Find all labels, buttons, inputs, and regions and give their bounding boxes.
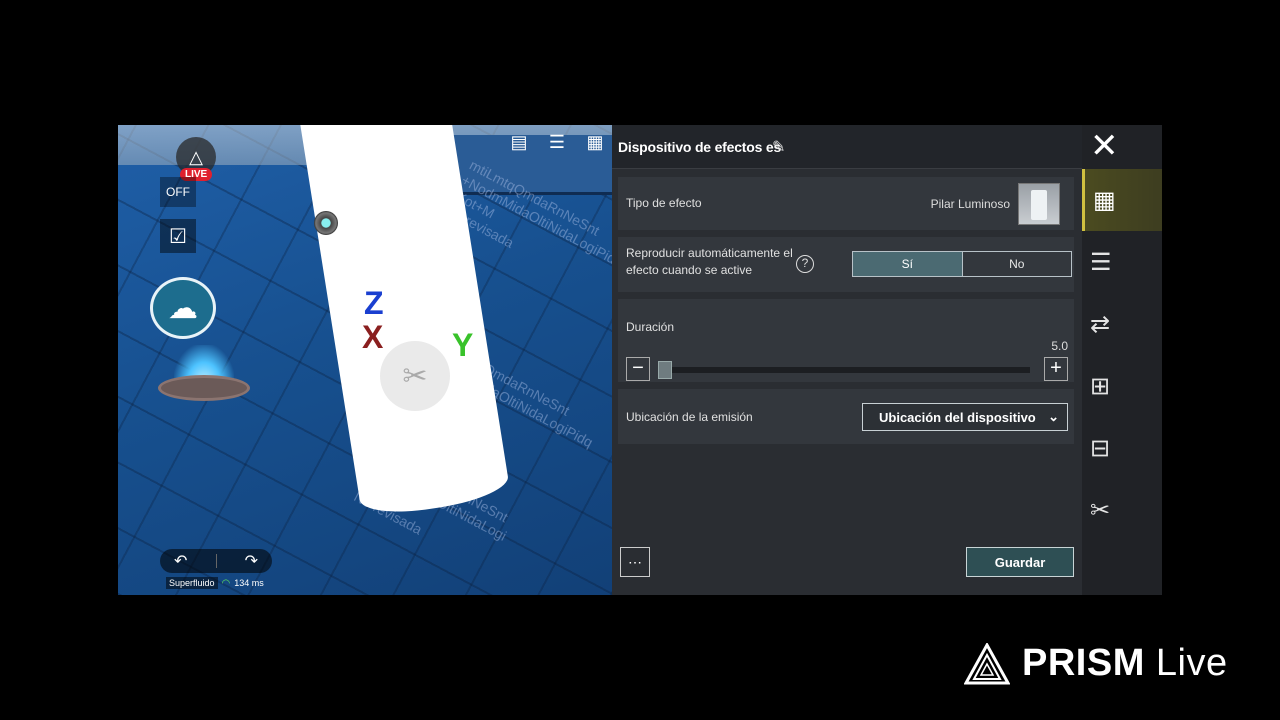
ping-label: 134 ms [234, 578, 264, 588]
prism-brand-light: Live [1155, 642, 1228, 684]
grid-off-label: OFF [166, 185, 190, 199]
effect-type-row[interactable]: Tipo de efecto Pilar Luminoso [618, 177, 1074, 231]
sidebar-item-link[interactable]: ⇄ [1082, 293, 1162, 355]
divider [215, 554, 217, 568]
chevron-down-icon: ⌄ [1048, 409, 1059, 424]
sidebar-item-tools[interactable]: ✂ [1082, 479, 1162, 541]
duration-label: Duración [626, 320, 675, 334]
sidebar-item-add-row[interactable]: ⊞ [1082, 355, 1162, 417]
panel-title: Dispositivo de efectos es [618, 139, 782, 155]
duration-decrease-button[interactable]: − [626, 357, 650, 381]
tools-icon: ✂ [1090, 496, 1111, 524]
prism-logo-icon [964, 642, 1010, 684]
app-stage: mtiLmtqQmdaRnNeSnt +NodmMidaOltiNidaLogi… [118, 125, 1162, 595]
effect-type-label: Tipo de efecto [626, 196, 702, 210]
emission-location-select[interactable]: Ubicación del dispositivo ⌄ [862, 403, 1068, 431]
viewport-toolbar: ▤ ☰ ▦ [498, 129, 608, 157]
axis-y-handle[interactable]: Y [452, 327, 473, 364]
effect-device-model[interactable] [152, 345, 256, 405]
prism-live-watermark: PRISM Live [964, 642, 1228, 685]
slider-thumb[interactable] [658, 361, 673, 379]
sidebar-item-blocks[interactable]: ▦ [1082, 169, 1162, 231]
link-icon: ⇄ [1090, 310, 1111, 338]
list-icon[interactable]: ☰ [544, 129, 570, 155]
wrench-icon: ✂ [402, 359, 428, 393]
autoplay-no-option[interactable]: No [963, 252, 1072, 276]
weather-icon: ☁ [168, 291, 198, 325]
duration-slider[interactable] [658, 361, 1030, 379]
axis-z-handle[interactable]: Z [364, 285, 384, 322]
undo-icon[interactable]: ↶ [174, 551, 187, 571]
camera-marker-icon [314, 211, 338, 235]
edit-name-icon[interactable]: ✎ [772, 137, 792, 157]
autoplay-yes-option[interactable]: Sí [853, 252, 963, 276]
effect-type-value: Pilar Luminoso [930, 197, 1010, 211]
autoplay-label: Reproducir automáticamente el efecto cua… [626, 246, 793, 277]
sidebar-item-insert-row[interactable]: ⊟ [1082, 417, 1162, 479]
right-sidebar: ▦ ☰ ⇄ ⊞ ⊟ ✂ [1082, 169, 1162, 595]
emitter-base [158, 375, 250, 401]
duration-increase-button[interactable]: + [1044, 357, 1068, 381]
blocks-icon: ▦ [1093, 186, 1116, 214]
multi-select-button[interactable]: ☑ [160, 219, 196, 253]
emission-location-row: Ubicación de la emisión Ubicación del di… [618, 389, 1074, 445]
duration-row: Duración 5.0 − + [618, 299, 1074, 383]
more-options-button[interactable]: ⋯ [620, 547, 650, 577]
sidebar-item-edit-list[interactable]: ☰ [1082, 231, 1162, 293]
wifi-icon: ◠ [221, 577, 231, 589]
prism-brand-bold: PRISM [1022, 642, 1145, 684]
duration-value: 5.0 [1051, 339, 1068, 353]
insert-row-icon: ⊟ [1090, 434, 1111, 462]
effect-settings-panel: Dispositivo de efectos es ✎ Tipo de efec… [612, 125, 1082, 595]
undo-redo-bar: ↶ ↷ [160, 549, 272, 573]
save-button[interactable]: Guardar [966, 547, 1074, 577]
prism-icon: △ [189, 146, 203, 167]
prism-live-text: PRISM Live [1022, 642, 1228, 685]
blocks-icon[interactable]: ▦ [582, 129, 608, 155]
add-row-icon: ⊞ [1090, 372, 1111, 400]
checkbox-icon: ☑ [169, 225, 187, 248]
emission-location-label: Ubicación de la emisión [626, 410, 753, 424]
autoplay-toggle: Sí No [852, 251, 1072, 277]
axis-x-handle[interactable]: X [362, 319, 383, 356]
game-viewport[interactable]: mtiLmtqQmdaRnNeSnt +NodmMidaOltiNidaLogi… [118, 125, 612, 595]
edit-list-icon: ☰ [1090, 248, 1112, 276]
close-icon: ✕ [1090, 127, 1119, 165]
close-button[interactable]: ✕ [1082, 125, 1162, 169]
location-selected-value: Ubicación del dispositivo [879, 409, 1036, 425]
redo-icon[interactable]: ↷ [245, 551, 258, 571]
save-file-icon[interactable]: ▤ [506, 129, 532, 155]
grid-toggle-button[interactable]: OFF [160, 177, 196, 207]
help-icon[interactable]: ? [796, 255, 814, 273]
ellipsis-icon: ⋯ [628, 553, 642, 570]
autoplay-row: Reproducir automáticamente el efecto cua… [618, 237, 1074, 293]
quality-label: Superfluido [166, 577, 218, 589]
panel-header: Dispositivo de efectos es ✎ [612, 125, 1082, 169]
effect-thumbnail[interactable] [1018, 183, 1060, 225]
network-status: Superfluido ◠ 134 ms [166, 577, 264, 589]
weather-button[interactable]: ☁ [150, 277, 216, 339]
transform-tool-button[interactable]: ✂ [380, 341, 450, 411]
